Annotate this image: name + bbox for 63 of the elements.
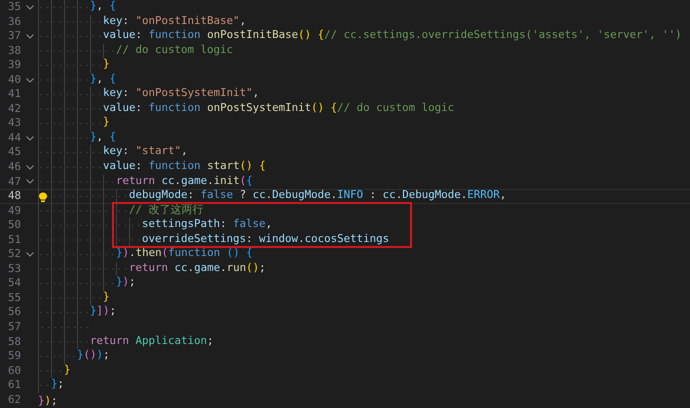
code-line: }; <box>38 378 64 393</box>
line-number: 60 <box>6 364 21 378</box>
line-number: 42 <box>6 102 21 116</box>
code-line: }()); <box>38 349 110 364</box>
line-number: 58 <box>6 334 21 350</box>
chevron-down-icon[interactable] <box>26 78 34 82</box>
code-line: return cc.game.init({ <box>38 174 253 190</box>
code-line: }).then(function () { <box>38 247 253 262</box>
code-line: } <box>38 364 71 378</box>
line-number: 49 <box>6 204 21 218</box>
line-number: 55 <box>6 290 21 306</box>
line-number: 54 <box>6 276 21 291</box>
code-line: }, { <box>38 0 116 15</box>
line-number: 36 <box>6 14 21 30</box>
code-line: } <box>38 290 110 306</box>
line-number: 47 <box>6 174 21 190</box>
code-line: settingsPath: false, <box>38 218 272 233</box>
code-line: }, { <box>38 130 116 146</box>
line-number: 41 <box>6 87 21 102</box>
code-line: overrideSettings: window.cocosSettings <box>38 232 390 248</box>
line-number: 35 <box>6 0 21 15</box>
line-number: 56 <box>6 305 21 320</box>
code-line: return cc.game.run(); <box>38 262 266 276</box>
line-number: 59 <box>6 349 21 364</box>
code-line: }]); <box>38 305 116 320</box>
code-line: key: "onPostSystemInit", <box>38 87 260 102</box>
line-number: 44 <box>6 130 21 146</box>
chevron-down-icon[interactable] <box>26 252 34 258</box>
line-number: 51 <box>6 232 21 248</box>
code-line: // do custom logic <box>38 44 234 58</box>
line-number: 48 <box>6 189 21 204</box>
code-line: value: function onPostInitBase() {// cc.settings.overrideSettings('assets', 'server', '') <box>38 29 682 44</box>
code-line: debugMode: false ? cc.DebugMode.INFO : cc.DebugMode.ERROR, <box>38 189 506 204</box>
line-number: 50 <box>6 218 21 233</box>
code-line: }); <box>38 394 58 406</box>
chevron-down-icon[interactable] <box>26 4 34 10</box>
code-line: value: function onPostSystemInit() {// do custom logic <box>38 102 454 116</box>
chevron-down-icon[interactable] <box>26 164 34 170</box>
code-line: }); <box>38 276 136 291</box>
chevron-down-icon[interactable] <box>26 34 34 39</box>
code-line: key: "onPostInitBase", <box>38 14 246 30</box>
lightbulb-icon[interactable] <box>38 192 48 204</box>
line-number: 40 <box>6 72 21 88</box>
line-number: 43 <box>6 116 21 131</box>
line-number: 38 <box>6 44 21 58</box>
line-number: 45 <box>6 145 21 160</box>
chevron-down-icon[interactable] <box>26 136 34 141</box>
line-number: 52 <box>6 247 21 262</box>
line-number: 39 <box>6 58 21 73</box>
chevron-down-icon[interactable] <box>26 179 34 184</box>
line-number: 61 <box>6 378 21 393</box>
code-line: // 改了这两行 <box>38 204 204 218</box>
line-number: 57 <box>6 320 21 335</box>
line-number: 62 <box>6 392 21 408</box>
code-line: } <box>38 116 110 131</box>
code-line: }, { <box>38 72 116 88</box>
line-number: 53 <box>6 262 21 276</box>
code-line: return Application; <box>38 334 214 350</box>
code-line: key: "start", <box>38 145 188 160</box>
code-line: value: function start() { <box>38 160 266 175</box>
code-line: } <box>38 58 110 73</box>
line-number: 37 <box>6 29 21 44</box>
line-number: 46 <box>6 160 21 175</box>
